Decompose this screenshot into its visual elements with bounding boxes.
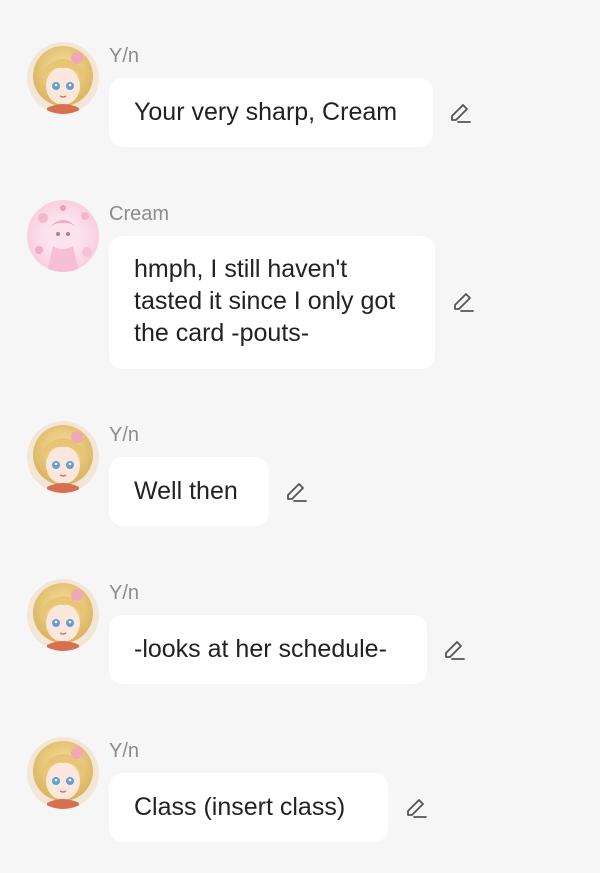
sender-name: Y/n <box>109 582 140 604</box>
pencil-edit-icon[interactable] <box>283 480 309 506</box>
sender-name: Cream <box>109 203 170 225</box>
avatar-image <box>27 421 99 493</box>
pencil-edit-icon[interactable] <box>441 638 467 664</box>
avatar-image <box>27 200 99 272</box>
avatar-yn[interactable] <box>27 737 99 809</box>
sender-name: Y/n <box>109 45 140 67</box>
message-bubble[interactable]: Class (insert class) <box>109 773 388 842</box>
avatar-image <box>27 42 99 114</box>
message-bubble[interactable]: -looks at her schedule- <box>109 615 427 684</box>
message-bubble[interactable]: Well then <box>109 457 269 526</box>
sender-name: Y/n <box>109 424 140 446</box>
pencil-edit-icon[interactable] <box>450 290 476 316</box>
avatar-yn[interactable] <box>27 579 99 651</box>
message-bubble[interactable]: Your very sharp, Cream <box>109 78 433 147</box>
avatar-cream[interactable] <box>27 200 99 272</box>
message-bubble[interactable]: hmph, I still haven't tasted it since I … <box>109 236 435 369</box>
sender-name: Y/n <box>109 740 140 762</box>
avatar-yn[interactable] <box>27 421 99 493</box>
pencil-edit-icon[interactable] <box>403 796 429 822</box>
pencil-edit-icon[interactable] <box>447 101 473 127</box>
avatar-yn[interactable] <box>27 42 99 114</box>
avatar-image <box>27 737 99 809</box>
avatar-image <box>27 579 99 651</box>
